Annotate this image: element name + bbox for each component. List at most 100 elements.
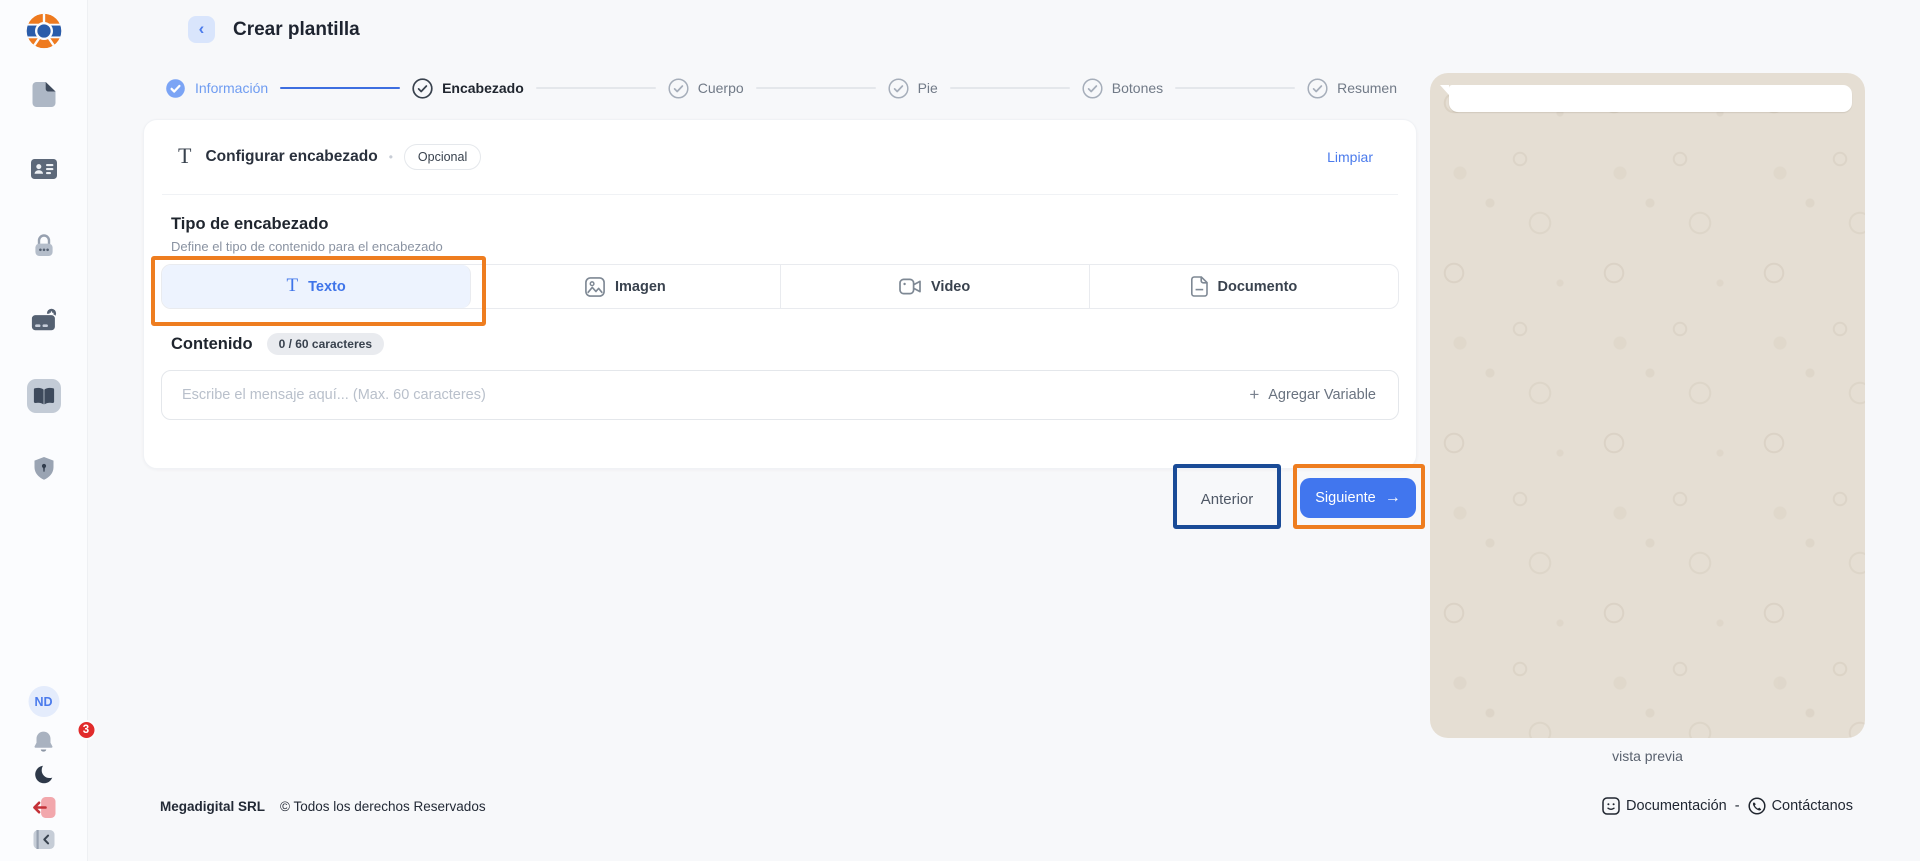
contact-link[interactable]: Contáctanos bbox=[1748, 797, 1853, 815]
page-title: Crear plantilla bbox=[233, 19, 360, 41]
credit-card-icon bbox=[30, 308, 57, 333]
stepper-connector bbox=[756, 87, 876, 89]
type-section-subheading: Define el tipo de contenido para el enca… bbox=[171, 239, 1373, 254]
id-card-icon bbox=[31, 159, 57, 179]
tab-video[interactable]: Video bbox=[781, 265, 1090, 308]
sidebar-item-documents[interactable] bbox=[32, 82, 55, 107]
sidebar-item-contacts[interactable] bbox=[31, 159, 57, 179]
book-icon bbox=[33, 387, 55, 406]
collapse-sidebar-button[interactable] bbox=[33, 830, 54, 849]
sidebar-item-security[interactable] bbox=[32, 233, 56, 258]
user-avatar[interactable]: ND bbox=[28, 686, 59, 717]
brand-logo-icon bbox=[24, 11, 64, 51]
tab-label: Video bbox=[931, 279, 970, 295]
image-icon bbox=[585, 277, 605, 297]
preview-caption: vista previa bbox=[1430, 748, 1865, 764]
step-label: Encabezado bbox=[442, 80, 524, 96]
stepper-connector bbox=[950, 87, 1070, 89]
file-icon bbox=[32, 82, 55, 107]
type-section-heading: Tipo de encabezado bbox=[171, 215, 1373, 234]
collapse-panel-icon bbox=[33, 830, 54, 849]
video-camera-icon bbox=[899, 277, 921, 296]
document-icon bbox=[1191, 276, 1208, 297]
next-button[interactable]: Siguiente → bbox=[1300, 478, 1416, 518]
step-label: Resumen bbox=[1337, 80, 1397, 96]
tab-label: Imagen bbox=[615, 279, 666, 295]
documentation-link[interactable]: Documentación bbox=[1602, 797, 1727, 815]
whatsapp-preview-panel bbox=[1430, 73, 1865, 738]
brand-logo[interactable] bbox=[24, 11, 64, 51]
step-label: Información bbox=[195, 80, 268, 96]
step-informacion[interactable]: Información bbox=[165, 78, 268, 99]
docs-icon bbox=[1602, 797, 1620, 815]
step-label: Botones bbox=[1112, 80, 1163, 96]
sidebar-item-billing[interactable] bbox=[30, 308, 57, 333]
next-button-label: Siguiente bbox=[1315, 490, 1375, 506]
sidebar-item-permissions[interactable] bbox=[34, 457, 53, 480]
app-root: ND 3 bbox=[0, 0, 1920, 861]
footer-left: Megadigital SRL © Todos los derechos Res… bbox=[160, 799, 486, 814]
book-icon-background bbox=[27, 379, 61, 413]
header-type-tabs: T Texto Imagen Video bbox=[161, 264, 1399, 309]
notifications-button[interactable]: 3 bbox=[0, 730, 87, 753]
tab-label: Texto bbox=[308, 279, 346, 295]
check-circle-icon bbox=[1307, 78, 1328, 99]
message-input[interactable] bbox=[162, 387, 1249, 403]
message-bubble-preview bbox=[1449, 85, 1852, 112]
tab-label: Documento bbox=[1218, 279, 1298, 295]
card-header: T Configurar encabezado • Opcional Limpi… bbox=[144, 120, 1416, 194]
dark-mode-toggle[interactable] bbox=[33, 764, 54, 785]
check-circle-icon bbox=[165, 78, 186, 99]
check-circle-icon bbox=[668, 78, 689, 99]
shield-icon bbox=[34, 457, 53, 480]
step-botones[interactable]: Botones bbox=[1082, 78, 1163, 99]
contact-label: Contáctanos bbox=[1772, 798, 1853, 814]
char-counter-badge: 0 / 60 caracteres bbox=[267, 333, 384, 355]
stepper-connector bbox=[1175, 87, 1295, 89]
sidebar: ND 3 bbox=[0, 0, 88, 861]
previous-button[interactable]: Anterior bbox=[1189, 480, 1265, 518]
back-chevron-icon: ‹ bbox=[199, 19, 205, 39]
arrow-right-icon: → bbox=[1385, 489, 1401, 507]
check-circle-icon bbox=[412, 78, 433, 99]
dot-separator: • bbox=[389, 150, 393, 164]
tab-texto[interactable]: T Texto bbox=[162, 265, 471, 308]
divider bbox=[162, 194, 1398, 195]
add-variable-button[interactable]: + Agregar Variable bbox=[1249, 385, 1398, 405]
content-heading: Contenido bbox=[171, 335, 253, 354]
wizard-stepper: Información Encabezado Cuerpo Pie bbox=[165, 77, 1397, 99]
footer-right: Documentación - Contáctanos bbox=[1602, 797, 1853, 815]
lock-icon bbox=[32, 233, 56, 258]
message-input-container: + Agregar Variable bbox=[161, 370, 1399, 420]
check-circle-icon bbox=[1082, 78, 1103, 99]
logout-button[interactable] bbox=[32, 797, 55, 818]
doodle-pattern-background bbox=[1430, 73, 1865, 738]
content-section-header: Contenido 0 / 60 caracteres bbox=[171, 333, 1373, 355]
logout-icon bbox=[32, 797, 55, 818]
step-resumen[interactable]: Resumen bbox=[1307, 78, 1397, 99]
step-cuerpo[interactable]: Cuerpo bbox=[668, 78, 744, 99]
bell-icon bbox=[33, 730, 55, 753]
add-variable-label: Agregar Variable bbox=[1268, 387, 1376, 403]
sidebar-item-templates[interactable] bbox=[27, 379, 61, 413]
step-encabezado[interactable]: Encabezado bbox=[412, 78, 524, 99]
clear-link[interactable]: Limpiar bbox=[1327, 149, 1373, 165]
text-icon: T bbox=[287, 275, 299, 297]
step-pie[interactable]: Pie bbox=[888, 78, 938, 99]
check-circle-icon bbox=[888, 78, 909, 99]
documentation-label: Documentación bbox=[1626, 798, 1727, 814]
phone-circle-icon bbox=[1748, 797, 1766, 815]
tab-imagen[interactable]: Imagen bbox=[471, 265, 780, 308]
tab-documento[interactable]: Documento bbox=[1090, 265, 1398, 308]
optional-badge: Opcional bbox=[404, 144, 481, 170]
avatar-initials: ND bbox=[28, 686, 59, 717]
notification-count-badge: 3 bbox=[76, 720, 96, 740]
step-label: Pie bbox=[918, 80, 938, 96]
back-button[interactable]: ‹ bbox=[188, 16, 215, 43]
footer-rights: © Todos los derechos Reservados bbox=[280, 799, 486, 814]
step-label: Cuerpo bbox=[698, 80, 744, 96]
footer-separator: - bbox=[1735, 798, 1740, 814]
text-type-icon: T bbox=[178, 143, 191, 169]
stepper-connector bbox=[536, 87, 656, 89]
stepper-connector bbox=[280, 87, 400, 90]
